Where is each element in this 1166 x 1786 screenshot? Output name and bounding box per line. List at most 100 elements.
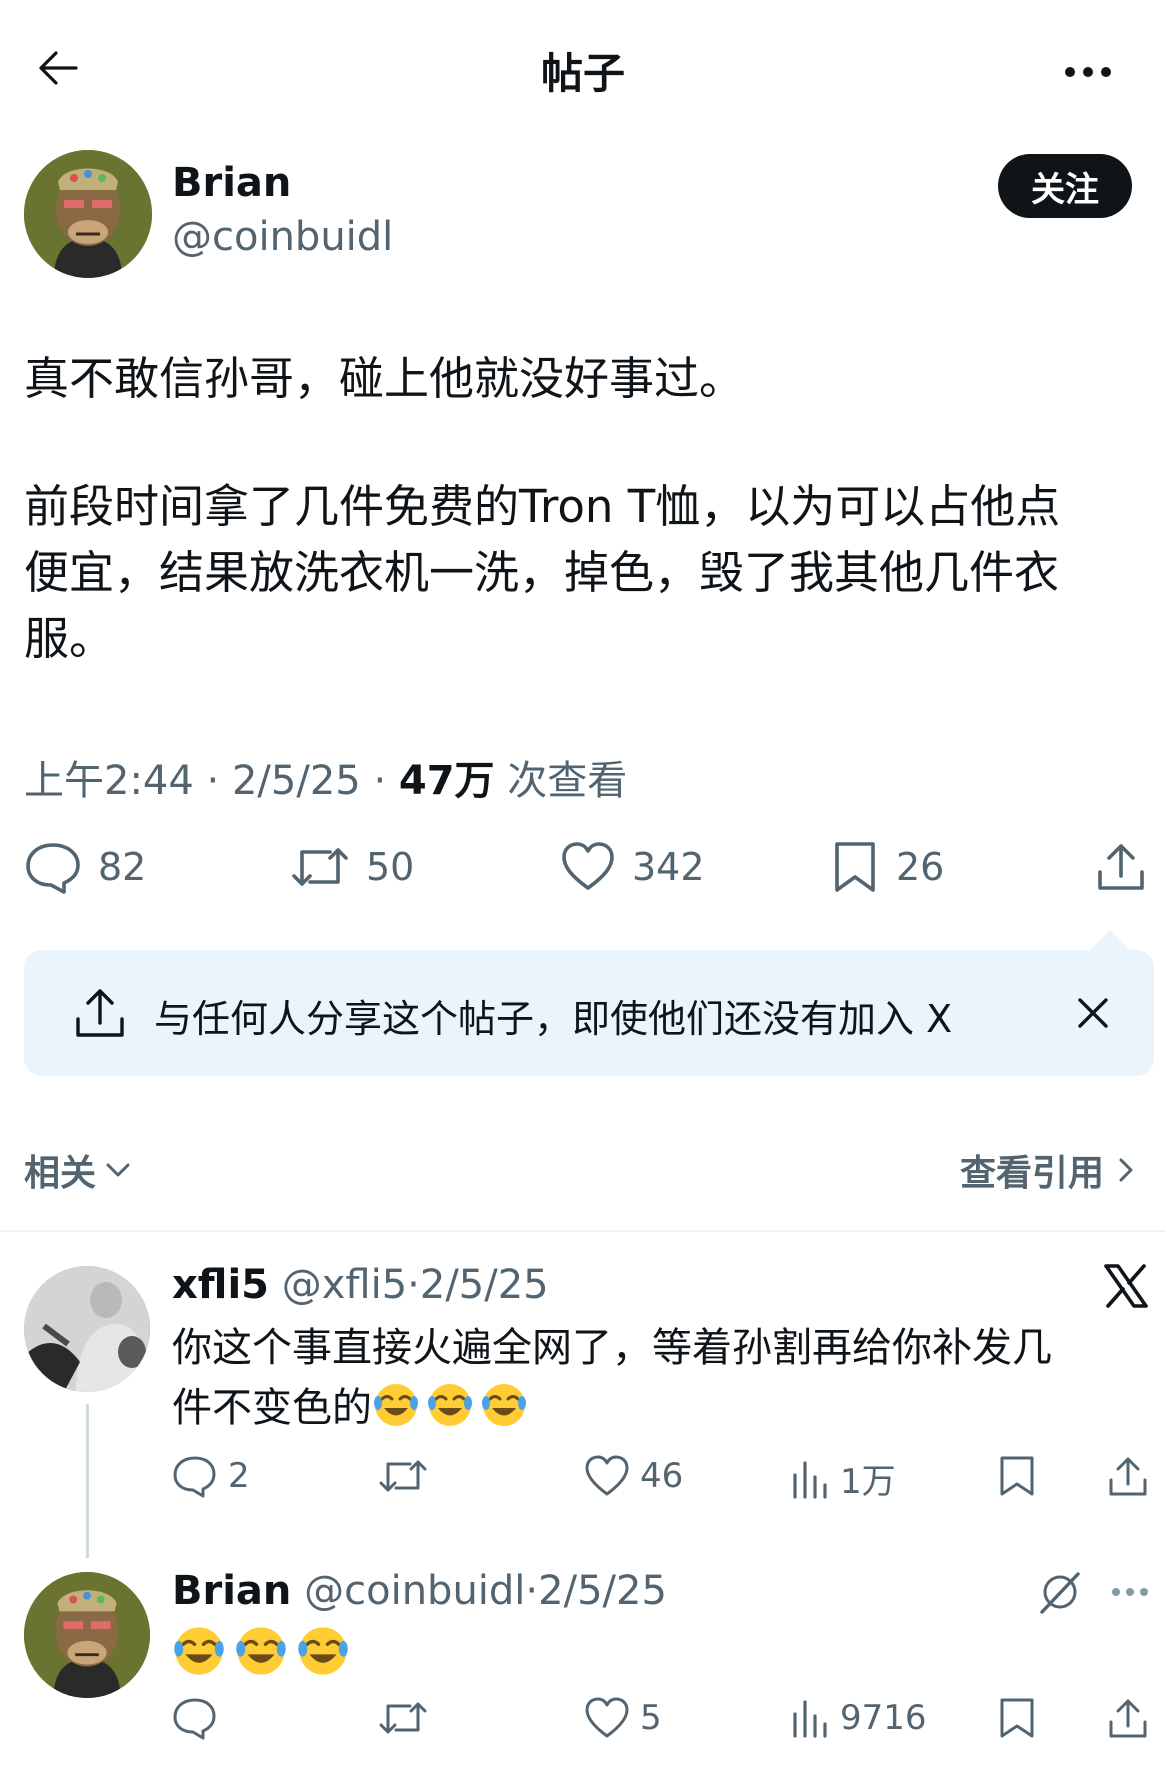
heart-icon — [562, 842, 614, 890]
reply-action[interactable] — [172, 1696, 228, 1740]
post-meta: 上午2:44 · 2/5/25 · 47万 次查看 — [24, 748, 627, 806]
post-text: 真不敢信孙哥，碰上他就没好事过。 前段时间拿了几件免费的Tron T恤，以为可以… — [24, 346, 1144, 672]
reply-more-button[interactable] — [1108, 1578, 1152, 1606]
share-button[interactable] — [1106, 1696, 1150, 1740]
view-quotes-link[interactable]: 查看引用 — [960, 1144, 1140, 1196]
reply-emoji-row — [172, 1624, 358, 1678]
repost-icon — [379, 1702, 427, 1734]
heart-icon — [585, 1455, 629, 1496]
chevron-down-icon — [106, 1163, 130, 1177]
repost-action[interactable] — [378, 1696, 438, 1740]
like-count: 46 — [640, 1456, 684, 1496]
avatar[interactable] — [24, 150, 152, 278]
reply-author-name[interactable]: Brian — [172, 1568, 291, 1614]
bookmark-icon — [1000, 1456, 1034, 1496]
more-button[interactable] — [1060, 52, 1116, 92]
page-title: 帖子 — [540, 49, 625, 98]
share-button[interactable] — [1094, 840, 1148, 894]
post-text-line: 服。 — [24, 612, 115, 665]
related-dropdown[interactable]: 相关 — [24, 1144, 134, 1196]
reply-action[interactable]: 82 — [24, 840, 146, 894]
bar-chart-icon — [793, 1700, 827, 1738]
post-date[interactable]: 2/5/25 — [232, 758, 361, 804]
views-count: 47万 — [398, 758, 495, 804]
tears-of-joy-emoji-icon — [298, 1627, 348, 1675]
bookmark-button[interactable] — [996, 1696, 1038, 1740]
tears-of-joy-emoji-icon — [174, 1627, 224, 1675]
reply-author-handle[interactable]: @coinbuidl — [304, 1568, 525, 1614]
repost-icon — [379, 1460, 427, 1492]
author-name[interactable]: Brian — [172, 160, 291, 206]
follow-button[interactable]: 关注 — [998, 154, 1132, 218]
views-action[interactable]: 9716 — [790, 1696, 927, 1740]
views-label: 次查看 — [507, 758, 628, 804]
share-icon — [1109, 1457, 1147, 1496]
repost-action[interactable] — [378, 1454, 438, 1498]
bookmark-action[interactable]: 26 — [830, 840, 944, 894]
meta-dot: · — [373, 758, 387, 804]
post-text-line: 真不敢信孙哥，碰上他就没好事过。 — [24, 352, 745, 405]
chevron-right-icon — [1119, 1158, 1133, 1182]
arrow-left-icon — [39, 51, 78, 85]
bookmark-button[interactable] — [996, 1454, 1038, 1498]
author-handle[interactable]: @coinbuidl — [172, 214, 393, 260]
close-icon — [1078, 998, 1108, 1028]
speech-bubble-icon — [26, 843, 80, 894]
reply-text-line: 件不变色的 — [172, 1385, 372, 1431]
grok-button[interactable] — [1036, 1568, 1084, 1616]
bookmark-icon — [1000, 1698, 1034, 1738]
back-button[interactable] — [30, 40, 86, 96]
tears-of-joy-emoji-icon — [482, 1384, 526, 1426]
reply-text: 你这个事直接火遍全网了，等着孙割再给你补发几 件不变色的 — [172, 1318, 1132, 1438]
reply-count: 82 — [98, 845, 147, 889]
repost-action[interactable]: 50 — [290, 840, 414, 894]
views-action[interactable]: 1万 — [790, 1454, 896, 1503]
reply-action[interactable]: 2 — [172, 1454, 250, 1498]
reply-count: 2 — [228, 1456, 250, 1496]
avatar[interactable] — [24, 1572, 150, 1698]
more-horizontal-icon — [1065, 67, 1111, 77]
reply-text-line: 你这个事直接火遍全网了，等着孙割再给你补发几 — [172, 1325, 1052, 1371]
divider — [0, 1230, 1166, 1232]
reply-header: xfli5 @xfli5·2/5/25 — [172, 1262, 549, 1308]
meta-dot: · — [525, 1568, 539, 1614]
share-icon — [76, 989, 124, 1037]
post-text-line: 便宜，结果放洗衣机一洗，掉色，毁了我其他几件衣 — [24, 546, 1060, 599]
like-count: 5 — [640, 1698, 662, 1738]
repost-count: 50 — [366, 845, 415, 889]
more-horizontal-icon — [1112, 1588, 1148, 1596]
share-banner-text: 与任何人分享这个帖子，即使他们还没有加入 X — [154, 997, 953, 1041]
share-banner: 与任何人分享这个帖子，即使他们还没有加入 X — [24, 930, 1154, 1076]
like-action[interactable]: 46 — [584, 1454, 683, 1498]
bookmark-icon — [835, 842, 875, 892]
x-logo-link[interactable] — [1102, 1262, 1150, 1310]
bar-chart-icon — [793, 1460, 827, 1499]
tears-of-joy-emoji-icon — [428, 1384, 472, 1426]
close-banner-button[interactable] — [1070, 990, 1116, 1036]
reply-date[interactable]: 2/5/25 — [420, 1262, 549, 1308]
thread-line — [86, 1404, 89, 1558]
like-count: 342 — [632, 845, 705, 889]
like-action[interactable]: 342 — [560, 840, 705, 894]
views-count: 1万 — [840, 1462, 896, 1502]
repost-icon — [292, 848, 348, 886]
avatar[interactable] — [24, 1266, 150, 1392]
views-count: 9716 — [840, 1698, 927, 1738]
tears-of-joy-emoji-icon — [374, 1384, 418, 1426]
reply-author-name[interactable]: xfli5 — [172, 1262, 269, 1308]
share-button[interactable] — [1106, 1454, 1150, 1498]
share-icon — [1109, 1699, 1147, 1738]
reply-author-handle[interactable]: @xfli5 — [282, 1262, 407, 1308]
reply-date[interactable]: 2/5/25 — [538, 1568, 667, 1614]
x-logo-icon — [1104, 1264, 1148, 1308]
post-time[interactable]: 上午2:44 — [24, 758, 194, 804]
heart-icon — [585, 1697, 629, 1738]
reply-header: Brian @coinbuidl·2/5/25 — [172, 1568, 667, 1614]
speech-bubble-icon — [173, 1698, 216, 1740]
tears-of-joy-emoji-icon — [236, 1627, 286, 1675]
bookmark-count: 26 — [896, 845, 945, 889]
speech-bubble-icon — [173, 1456, 216, 1498]
follow-label: 关注 — [1031, 169, 1099, 210]
related-label: 相关 — [24, 1153, 97, 1194]
like-action[interactable]: 5 — [584, 1696, 662, 1740]
